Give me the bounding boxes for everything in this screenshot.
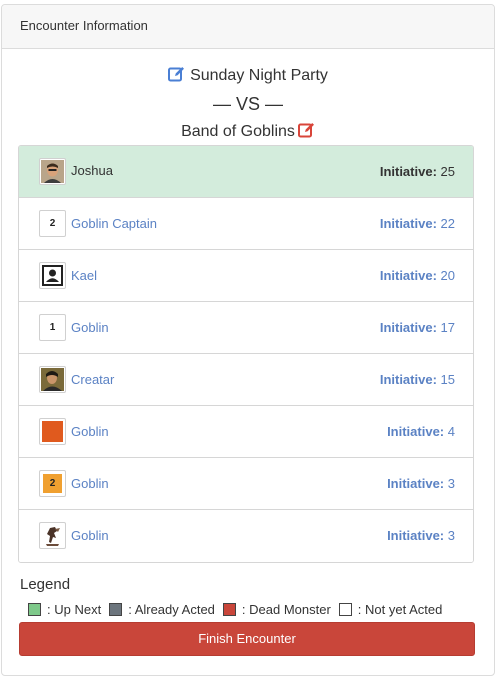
combatant-name[interactable]: Goblin [71,476,109,491]
combatant-name[interactable]: Creatar [71,372,114,387]
legend-up-next: : Up Next [28,602,101,617]
card-title: Encounter Information [20,18,148,33]
avatar-number-icon: 2 [39,210,66,237]
matchup: Sunday Night Party — VS — Band of Goblin… [2,66,494,142]
combatant-name[interactable]: Goblin [71,320,109,335]
legend-swatch-red [222,603,236,616]
initiative-value: Initiative: 15 [379,372,455,387]
combatant-name[interactable]: Kael [71,268,97,283]
list-item[interactable]: Creatar Initiative: 15 [19,354,473,406]
orange-square-icon [39,418,66,445]
list-item[interactable]: Kael Initiative: 20 [19,250,473,302]
combatant-name[interactable]: Goblin [71,528,109,543]
finish-encounter-button[interactable]: Finish Encounter [19,622,475,656]
legend-already-acted: : Already Acted [109,602,215,617]
edit-party-icon[interactable] [168,66,185,82]
initiative-value: Initiative: 4 [387,424,455,439]
list-item[interactable]: 2 Goblin Captain Initiative: 22 [19,198,473,250]
legend-dead-monster: : Dead Monster [222,602,331,617]
legend-not-yet-acted: : Not yet Acted [338,602,442,617]
initiative-value: Initiative: 3 [387,528,455,543]
initiative-value: Initiative: 17 [379,320,455,335]
person-silhouette-icon [39,262,66,289]
initiative-value: Initiative: 3 [387,476,455,491]
party-line: Sunday Night Party [2,66,494,86]
initiative-value: Initiative: 20 [379,268,455,283]
avatar-portrait-icon [39,366,66,393]
avatar-portrait-icon [39,158,66,185]
edit-monsters-icon[interactable] [297,122,315,138]
legend: : Up Next : Already Acted : Dead Monster… [28,602,450,617]
list-item[interactable]: 2 Goblin Initiative: 3 [19,458,473,510]
avatar-number-icon: 2 [39,470,66,497]
legend-swatch-white [338,603,352,616]
legend-swatch-gray [109,603,123,616]
list-item[interactable]: 1 Goblin Initiative: 17 [19,302,473,354]
versus-label: — VS — [212,94,283,114]
initiative-list: Joshua Initiative: 25 2 Goblin Captain I… [18,145,474,563]
legend-swatch-green [28,603,41,616]
combatant-name[interactable]: Goblin [71,424,109,439]
combatant-name[interactable]: Goblin Captain [71,216,157,231]
initiative-value: Initiative: 25 [379,164,455,179]
monster-group-name: Band of Goblins [181,123,295,140]
avatar-number-icon: 1 [39,314,66,341]
list-item[interactable]: Goblin Initiative: 3 [19,510,473,562]
monster-group-line: Band of Goblins [2,122,494,142]
card-header: Encounter Information [2,5,494,49]
party-name: Sunday Night Party [190,67,328,84]
combatant-name: Joshua [71,163,113,178]
list-item[interactable]: Goblin Initiative: 4 [19,406,473,458]
goblin-figure-icon [39,522,66,549]
initiative-value: Initiative: 22 [379,216,455,231]
list-item[interactable]: Joshua Initiative: 25 [19,146,473,198]
legend-title: Legend [20,576,71,593]
